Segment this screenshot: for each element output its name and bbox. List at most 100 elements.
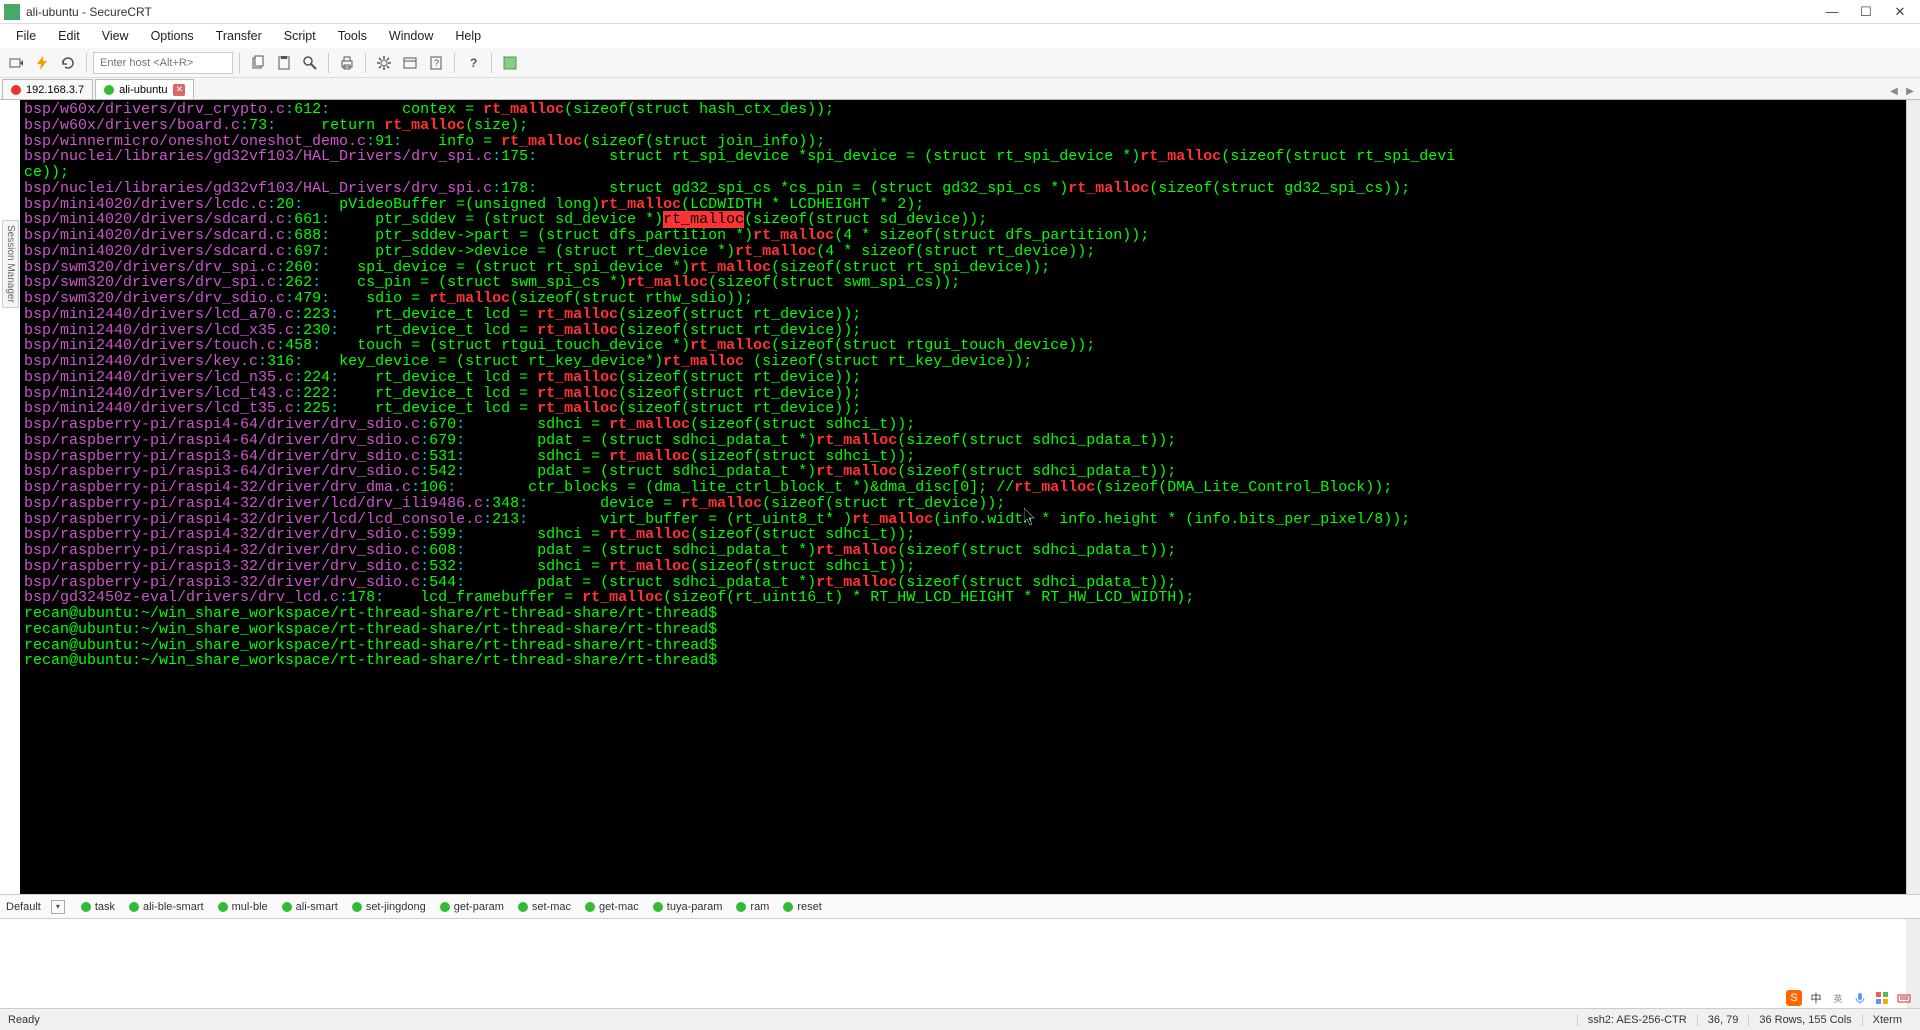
quick-dot-icon [440,902,450,912]
tray-keyboard-icon[interactable] [1896,990,1912,1006]
quick-label: set-jingdong [366,901,426,913]
tray-grid-icon[interactable] [1874,990,1890,1006]
maximize-button[interactable]: ☐ [1858,4,1874,20]
terminal-line: bsp/mini2440/drivers/lcd_n35.c:224: rt_d… [24,370,1902,386]
terminal-line: bsp/raspberry-pi/raspi4-32/driver/drv_sd… [24,543,1902,559]
close-button[interactable]: ✕ [1892,4,1908,20]
quick-dot-icon [736,902,746,912]
quick-button-get-param[interactable]: get-param [436,900,508,914]
terminal-line: bsp/raspberry-pi/raspi4-64/driver/drv_sd… [24,417,1902,433]
status-ready: Ready [8,1014,40,1026]
quick-button-ali-ble-smart[interactable]: ali-ble-smart [125,900,208,914]
menu-file[interactable]: File [6,27,46,45]
menubar: File Edit View Options Transfer Script T… [0,24,1920,48]
session-options-icon[interactable] [398,51,422,75]
tray-en-icon[interactable]: 英 [1830,990,1846,1006]
tab-status-icon [11,85,21,95]
command-pane[interactable] [0,918,1920,1008]
quickbar-dropdown-icon[interactable]: ▾ [51,900,65,914]
quick-label: set-mac [532,901,571,913]
quick-button-ram[interactable]: ram [732,900,773,914]
status-ssh: ssh2: AES-256-CTR [1577,1014,1697,1026]
quick-button-task[interactable]: task [77,900,119,914]
menu-help[interactable]: Help [445,27,491,45]
quick-label: get-mac [599,901,639,913]
menu-view[interactable]: View [92,27,139,45]
quick-button-ali-smart[interactable]: ali-smart [278,900,342,914]
tray-mic-icon[interactable] [1852,990,1868,1006]
status-cursor: 36, 79 [1697,1014,1749,1026]
terminal-line: bsp/mini2440/drivers/lcd_t35.c:225: rt_d… [24,401,1902,417]
quick-label: get-param [454,901,504,913]
quick-dot-icon [352,902,362,912]
menu-options[interactable]: Options [141,27,204,45]
quick-button-get-mac[interactable]: get-mac [581,900,643,914]
window-title: ali-ubuntu - SecureCRT [26,5,1824,19]
terminal-line: bsp/raspberry-pi/raspi4-32/driver/drv_dm… [24,480,1902,496]
menu-window[interactable]: Window [379,27,443,45]
svg-text:?: ? [434,58,439,68]
reconnect-icon[interactable] [56,51,80,75]
terminal-line: bsp/mini4020/drivers/sdcard.c:697: ptr_s… [24,244,1902,260]
terminal-line: bsp/swm320/drivers/drv_spi.c:262: cs_pin… [24,275,1902,291]
copy-icon[interactable] [246,51,270,75]
quick-label: ali-smart [296,901,338,913]
quick-label: reset [797,901,821,913]
app-icon [4,4,20,20]
quick-dot-icon [282,902,292,912]
tab-label: 192.168.3.7 [26,84,84,96]
terminal-view[interactable]: bsp/w60x/drivers/drv_crypto.c:612: conte… [20,100,1906,894]
quick-dot-icon [129,902,139,912]
toolbar-green-icon[interactable] [498,51,522,75]
minimize-button[interactable]: — [1824,4,1840,20]
quick-button-tuya-param[interactable]: tuya-param [649,900,727,914]
terminal-line: bsp/raspberry-pi/raspi4-64/driver/drv_sd… [24,433,1902,449]
menu-tools[interactable]: Tools [328,27,377,45]
terminal-line: bsp/raspberry-pi/raspi3-64/driver/drv_sd… [24,449,1902,465]
terminal-line: bsp/mini2440/drivers/lcd_t43.c:222: rt_d… [24,386,1902,402]
vertical-scrollbar[interactable] [1906,100,1920,894]
paste-icon[interactable] [272,51,296,75]
menu-script[interactable]: Script [274,27,326,45]
quick-dot-icon [783,902,793,912]
quick-button-set-mac[interactable]: set-mac [514,900,575,914]
tray-zh-icon[interactable]: 中 [1808,990,1824,1006]
quick-button-mul-ble[interactable]: mul-ble [214,900,272,914]
settings-icon[interactable] [372,51,396,75]
terminal-line: bsp/mini4020/drivers/lcdc.c:20: pVideoBu… [24,197,1902,213]
menu-edit[interactable]: Edit [48,27,90,45]
host-input[interactable] [93,52,233,74]
quick-connect-icon[interactable] [30,51,54,75]
tab-next-icon[interactable]: ▶ [1902,83,1918,99]
tab-close-icon[interactable]: ✕ [173,84,185,96]
terminal-line: bsp/raspberry-pi/raspi3-32/driver/drv_sd… [24,559,1902,575]
session-manager-tab[interactable]: Session Manager [2,220,19,308]
menu-transfer[interactable]: Transfer [206,27,272,45]
connect-icon[interactable] [4,51,28,75]
print-icon[interactable] [335,51,359,75]
terminal-line: bsp/nuclei/libraries/gd32vf103/HAL_Drive… [24,181,1902,197]
status-term: Xterm [1862,1014,1912,1026]
help-icon[interactable]: ? [424,51,448,75]
session-tab-0[interactable]: 192.168.3.7 [2,79,93,99]
quick-button-set-jingdong[interactable]: set-jingdong [348,900,430,914]
toolbar-help-icon[interactable]: ? [461,51,485,75]
terminal-line: bsp/w60x/drivers/drv_crypto.c:612: conte… [24,102,1902,118]
quickbar-default-label: Default [6,901,41,913]
terminal-line: bsp/winnermicro/oneshot/oneshot_demo.c:9… [24,134,1902,150]
quick-button-reset[interactable]: reset [779,900,825,914]
terminal-line: bsp/swm320/drivers/drv_spi.c:260: spi_de… [24,260,1902,276]
terminal-line: recan@ubuntu:~/win_share_workspace/rt-th… [24,606,1902,622]
terminal-line: bsp/raspberry-pi/raspi3-64/driver/drv_sd… [24,464,1902,480]
terminal-line: bsp/swm320/drivers/drv_sdio.c:479: sdio … [24,291,1902,307]
system-tray: S 中 英 [1786,990,1912,1006]
find-icon[interactable] [298,51,322,75]
session-tab-1[interactable]: ali-ubuntu✕ [95,79,194,99]
tab-prev-icon[interactable]: ◀ [1886,83,1902,99]
statusbar: Ready ssh2: AES-256-CTR 36, 79 36 Rows, … [0,1008,1920,1030]
tray-s-icon[interactable]: S [1786,990,1802,1006]
quick-dot-icon [218,902,228,912]
terminal-line: recan@ubuntu:~/win_share_workspace/rt-th… [24,638,1902,654]
terminal-line: bsp/w60x/drivers/board.c:73: return rt_m… [24,118,1902,134]
terminal-line: bsp/gd32450z-eval/drivers/drv_lcd.c:178:… [24,590,1902,606]
